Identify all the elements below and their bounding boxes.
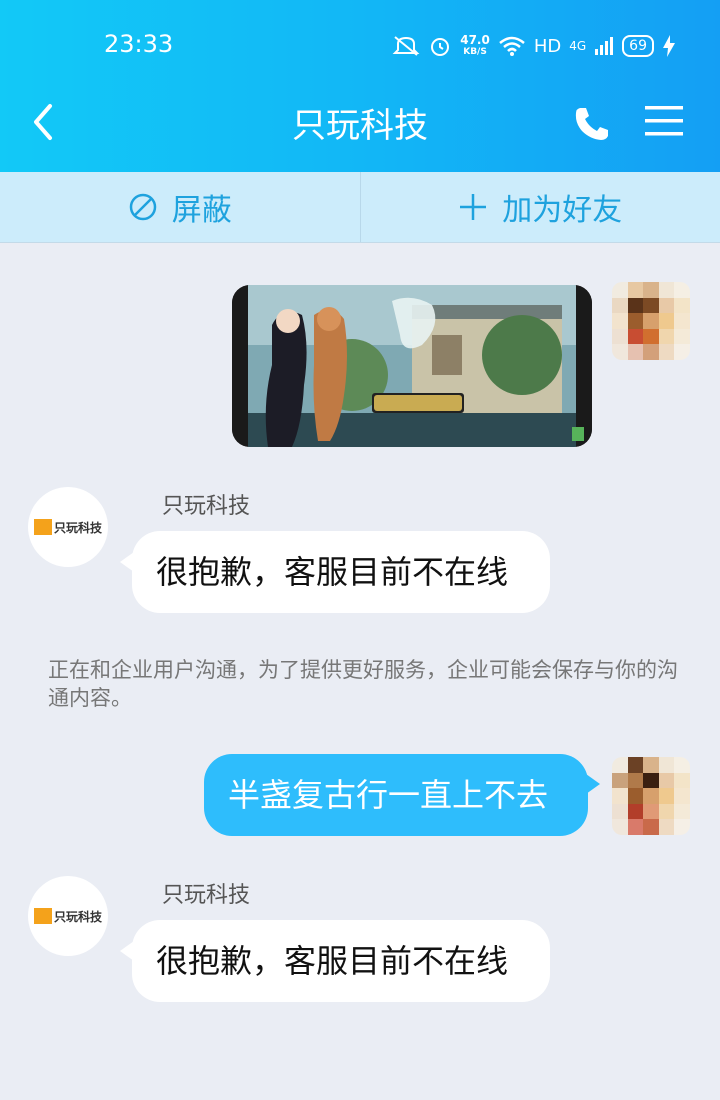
chat-title: 只玩科技 <box>292 106 428 146</box>
bubble-tail <box>586 774 600 794</box>
block-button[interactable]: 屏蔽 <box>0 172 360 242</box>
corp-logo-text: 只玩科技 <box>53 520 102 535</box>
system-notice: 正在和企业用户沟通，为了提供更好服务，企业可能会保存与你的沟通内容。 <box>48 658 678 710</box>
add-friend-label: 加为好友 <box>502 193 623 228</box>
network-type: 4G <box>569 39 587 53</box>
status-time: 23:33 <box>104 30 174 58</box>
plus-icon <box>460 194 487 220</box>
alarm-icon <box>431 38 450 56</box>
avatar-pixelated <box>612 282 690 360</box>
mute-icon <box>392 36 420 56</box>
network-speed: 47.0 KB/S <box>460 34 490 58</box>
sender-name: 只玩科技 <box>162 883 251 908</box>
speed-value: 47.0 <box>460 33 490 47</box>
add-friend-button[interactable]: 加为好友 <box>359 172 720 242</box>
user-avatar[interactable] <box>612 757 690 835</box>
signal-icon <box>595 37 614 55</box>
menu-icon[interactable] <box>645 104 683 138</box>
charging-icon <box>663 35 675 57</box>
corp-logo-icon <box>33 519 52 535</box>
sender-name: 只玩科技 <box>162 494 251 519</box>
status-icons: 47.0 KB/S HD 4G 69 <box>392 30 676 62</box>
incoming-message[interactable]: 很抱歉，客服目前不在线 <box>132 920 550 1002</box>
avatar-pixelated <box>612 757 690 835</box>
corp-logo-text: 只玩科技 <box>53 909 102 924</box>
incoming-message[interactable]: 很抱歉，客服目前不在线 <box>132 531 550 613</box>
game-screenshot-image <box>232 285 592 447</box>
block-icon <box>129 193 156 221</box>
outgoing-message[interactable]: 半盏复古行一直上不去 <box>204 754 588 836</box>
user-avatar[interactable] <box>612 282 690 360</box>
top-bar: 23:33 47.0 KB/S HD 4G 69 只玩科技 <box>0 0 720 172</box>
battery-indicator: 69 <box>622 35 654 57</box>
wifi-icon <box>499 36 525 56</box>
corp-logo-icon <box>33 908 52 924</box>
hd-indicator: HD <box>533 35 562 57</box>
speed-unit: KB/S <box>463 47 487 57</box>
block-label: 屏蔽 <box>171 193 232 228</box>
corp-avatar[interactable]: 只玩科技 <box>28 487 108 567</box>
sent-image-message[interactable] <box>232 285 592 447</box>
phone-icon[interactable] <box>572 104 612 144</box>
action-bar: 屏蔽 加为好友 <box>0 172 720 243</box>
corp-avatar[interactable]: 只玩科技 <box>28 876 108 956</box>
